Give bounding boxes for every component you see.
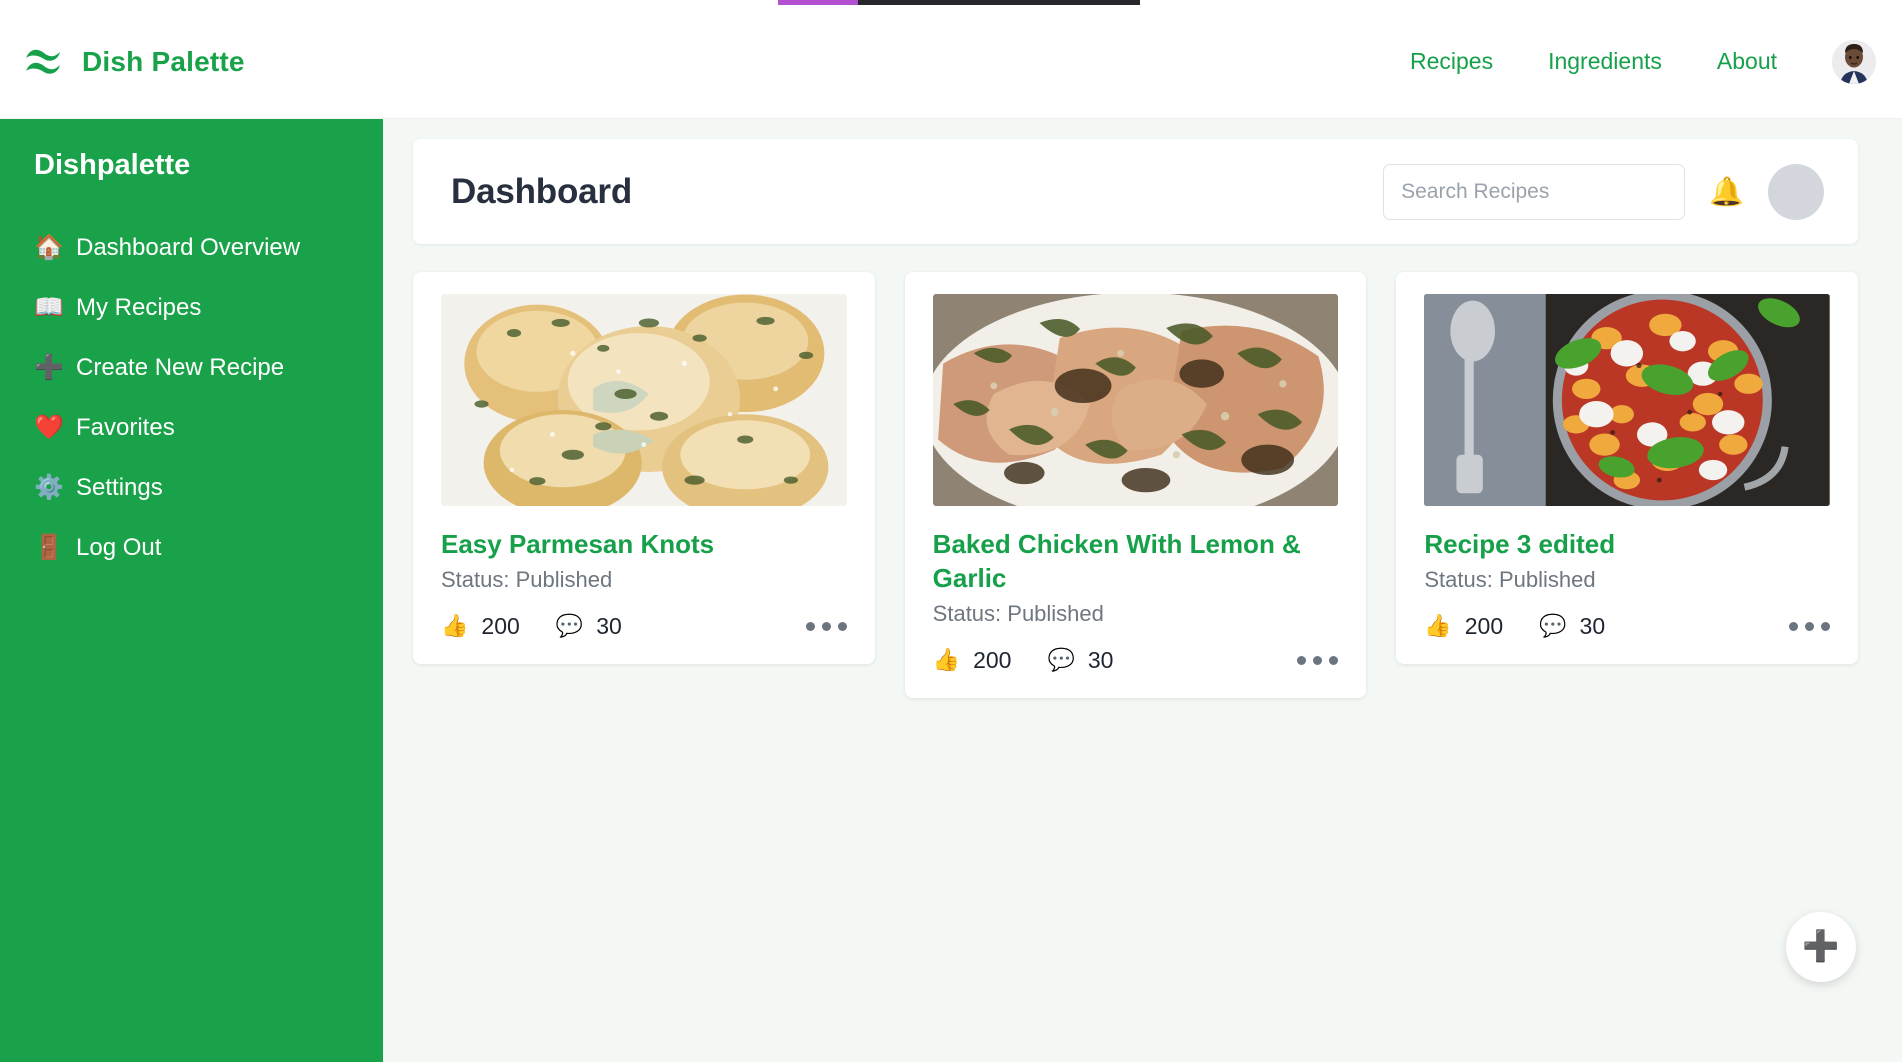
recipe-status: Status: Published (441, 566, 613, 592)
recipe-title[interactable]: Recipe 3 edited (1424, 528, 1830, 562)
sidebar-item-log-out[interactable]: 🚪 Log Out (34, 518, 383, 578)
sidebar-item-label: Settings (76, 474, 163, 501)
bell-icon[interactable]: 🔔 (1709, 177, 1744, 206)
recipe-image (1424, 294, 1831, 506)
open-book-icon: 📖 (34, 294, 64, 321)
comment-icon: 💬 (555, 613, 584, 639)
page-loading-bar (778, 0, 1140, 5)
comment-icon: 💬 (1539, 613, 1567, 639)
recipe-card[interactable]: Baked Chicken With Lemon & Garlic Status… (904, 272, 1367, 698)
dashboard-header-card: Dashboard 🔔 (413, 139, 1858, 244)
thumbs-up-icon: 👍 (1424, 613, 1452, 639)
recipe-title[interactable]: Easy Parmesan Knots (441, 528, 847, 562)
comment-count: 30 (1579, 612, 1606, 639)
recipe-status: Status: Published (932, 600, 1104, 626)
top-navigation-bar: Dish Palette Recipes Ingredients About (0, 5, 1902, 119)
main-content: Dashboard 🔔 (383, 119, 1902, 1062)
thumbs-up-icon: 👍 (932, 647, 961, 673)
nav-link-ingredients[interactable]: Ingredients (1548, 48, 1662, 75)
like-count: 200 (973, 646, 1012, 673)
thumbs-up-icon: 👍 (441, 613, 469, 639)
recipe-card[interactable]: Recipe 3 edited Status: Published 👍 200 … (1396, 272, 1859, 664)
loading-bar-fill (778, 0, 858, 5)
header-avatar[interactable] (1768, 163, 1824, 220)
recipe-meta: 👍 200 💬 30 (933, 647, 1339, 674)
wave-leaf-icon (24, 45, 68, 79)
top-nav-links: Recipes Ingredients About (1410, 39, 1876, 84)
recipe-image (441, 294, 847, 506)
gear-icon: ⚙️ (34, 474, 64, 501)
page-title: Dashboard (451, 171, 633, 211)
page-body: Dishpalette 🏠 Dashboard Overview 📖 My Re… (0, 119, 1902, 1062)
more-options-icon[interactable] (1789, 621, 1831, 631)
sidebar-item-create-new-recipe[interactable]: ➕ Create New Recipe (34, 338, 383, 398)
avatar[interactable] (1832, 39, 1876, 84)
sidebar-item-favorites[interactable]: ❤️ Favorites (34, 398, 383, 458)
plus-icon: ➕ (34, 354, 64, 381)
recipe-meta: 👍 200 💬 30 (1424, 612, 1831, 640)
comment-icon: 💬 (1047, 647, 1075, 673)
like-count: 200 (481, 612, 520, 639)
sidebar-item-label: My Recipes (76, 294, 202, 321)
brand-logo-group[interactable]: Dish Palette (24, 45, 245, 79)
recipe-title[interactable]: Baked Chicken With Lemon & Garlic (933, 528, 1339, 596)
nav-link-about[interactable]: About (1717, 48, 1777, 75)
sidebar-item-my-recipes[interactable]: 📖 My Recipes (34, 278, 383, 338)
door-icon: 🚪 (34, 534, 64, 561)
recipe-status: Status: Published (1424, 566, 1596, 592)
sidebar-item-settings[interactable]: ⚙️ Settings (34, 458, 383, 518)
recipe-meta: 👍 200 💬 30 (441, 613, 847, 640)
comment-count: 30 (596, 612, 622, 639)
brand-name: Dish Palette (82, 45, 245, 77)
recipe-card-grid: Easy Parmesan Knots Status: Published 👍 … (413, 272, 1859, 698)
add-recipe-icon[interactable]: ➕ (1786, 912, 1856, 982)
comment-count: 30 (1087, 646, 1114, 673)
sidebar-title: Dishpalette (34, 149, 191, 181)
nav-link-recipes[interactable]: Recipes (1410, 48, 1493, 75)
more-options-icon[interactable] (805, 621, 847, 631)
search-input[interactable] (1383, 163, 1686, 220)
like-count: 200 (1464, 612, 1504, 639)
sidebar-item-label: Dashboard Overview (76, 234, 301, 261)
header-actions: 🔔 (1383, 163, 1824, 220)
sidebar-item-label: Create New Recipe (76, 354, 285, 381)
heart-icon: ❤️ (34, 414, 64, 441)
sidebar: Dishpalette 🏠 Dashboard Overview 📖 My Re… (0, 119, 383, 1062)
more-options-icon[interactable] (1297, 655, 1339, 665)
sidebar-item-label: Favorites (76, 414, 175, 441)
sidebar-item-dashboard-overview[interactable]: 🏠 Dashboard Overview (34, 218, 383, 278)
recipe-image (932, 294, 1339, 506)
house-icon: 🏠 (34, 234, 64, 261)
recipe-card[interactable]: Easy Parmesan Knots Status: Published 👍 … (413, 272, 875, 664)
sidebar-item-label: Log Out (76, 534, 162, 561)
